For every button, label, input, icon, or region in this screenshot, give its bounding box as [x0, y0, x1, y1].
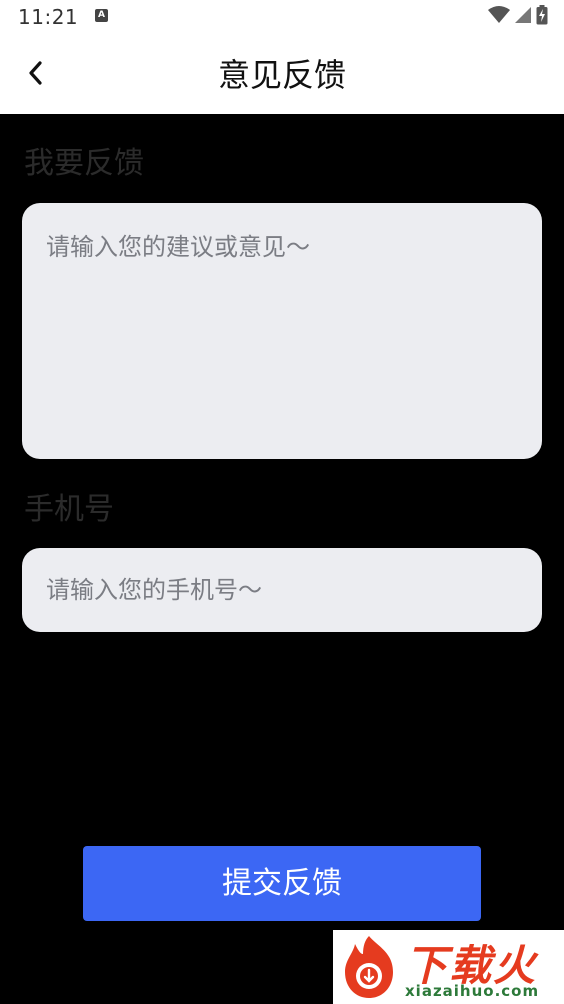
page-title: 意见反馈 — [217, 56, 346, 94]
wifi-icon — [488, 6, 510, 28]
back-button[interactable] — [14, 53, 58, 97]
phone-section-label: 手机号 — [24, 492, 114, 527]
status-icons — [488, 5, 548, 29]
feedback-textarea[interactable] — [22, 203, 542, 459]
status-bar: 11:21 A — [0, 0, 564, 36]
phone-input-container — [22, 548, 542, 632]
battery-charging-icon — [536, 5, 548, 29]
submit-feedback-button[interactable]: 提交反馈 — [83, 846, 481, 921]
chevron-left-icon — [26, 60, 46, 90]
header-bar: 意见反馈 — [0, 36, 564, 114]
phone-input[interactable] — [22, 548, 542, 632]
feedback-section-label: 我要反馈 — [24, 146, 144, 181]
notification-a-icon: A — [95, 9, 108, 22]
feedback-text-container — [22, 203, 542, 459]
feedback-screen: 11:21 A 意见反馈 我要反馈 请输入您的建议或意见～ 手机号 请输入您的手… — [0, 0, 564, 1004]
flame-logo-icon — [337, 934, 401, 1000]
signal-icon — [514, 6, 532, 28]
status-time: 11:21 — [18, 5, 79, 29]
watermark-url: xiazaihuo.com — [405, 982, 540, 1000]
watermark: 下载火 xiazaihuo.com — [333, 930, 564, 1004]
